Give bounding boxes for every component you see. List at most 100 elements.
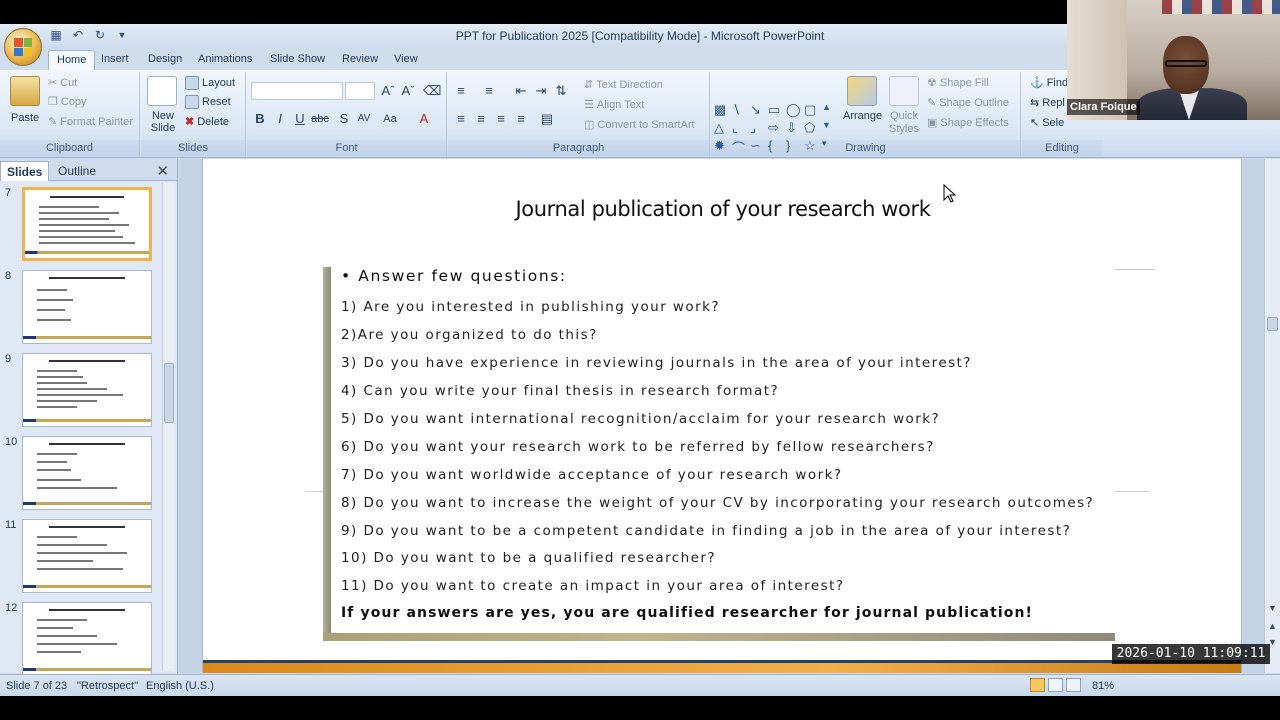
slide-title[interactable]: Journal publication of your research wor… [203,197,1241,221]
increase-indent-icon[interactable]: ⇥ [532,82,550,100]
underline-icon[interactable]: U [291,110,309,128]
layout-button[interactable]: Layout [185,76,235,90]
language-indicator[interactable]: English (U.S.) [146,680,214,692]
freeform-shape-icon[interactable]: ∽ [750,138,766,157]
scroll-down-icon[interactable]: ▼ [1268,603,1277,613]
shapes-dropdown-icon[interactable]: ▾ [822,138,838,157]
star-shape-icon[interactable]: ☆ [804,138,820,157]
quick-styles-icon[interactable] [889,76,919,106]
shape-fill-button[interactable]: ☢ Shape Fill [927,76,989,90]
brace-left-shape-icon[interactable]: { [768,138,784,157]
clear-formatting-icon[interactable]: ⌫ [423,82,441,100]
shapes-gallery[interactable]: ▩ ∖ ↘ ▭ ◯ ▢ ▲ △ ⌞ ⌟ ⇨ ⇩ ⬠ ▼ ✹ ⌒ ∽{} ☆ ▾ [714,102,834,157]
cut-button[interactable]: ✂ Cut [48,76,77,90]
change-case-icon[interactable]: Aa [381,110,399,128]
shadow-icon[interactable]: S [335,110,353,128]
pentagon-shape-icon[interactable]: ⬠ [804,120,820,136]
arrange-button[interactable]: Arrange [843,110,882,122]
oval-shape-icon[interactable]: ◯ [786,102,802,118]
close-icon[interactable]: ✕ [156,162,169,180]
slide-vertical-scrollbar[interactable]: ▼ ▲ ▼ [1264,159,1280,673]
grow-font-icon[interactable]: Aˆ [379,82,397,100]
italic-icon[interactable]: I [271,110,289,128]
paste-icon[interactable] [10,76,40,106]
tab-slides[interactable]: Slides [0,161,50,181]
slide-show-icon[interactable] [1066,678,1081,692]
character-spacing-icon[interactable]: AV [355,110,373,128]
previous-slide-icon[interactable]: ▲ [1268,621,1277,631]
font-size-select[interactable] [345,82,375,100]
tab-review[interactable]: Review [342,50,378,70]
font-name-select[interactable] [251,82,343,100]
tab-insert[interactable]: Insert [101,50,129,70]
arrange-icon[interactable] [847,76,877,106]
slide-thumbnail-11[interactable]: 11 [0,517,160,595]
find-button[interactable]: ⚓ Find [1030,76,1068,90]
more-shapes-icon[interactable]: ▲ [822,102,838,118]
tab-animations[interactable]: Animations [198,50,252,70]
copy-button[interactable]: ❐ Copy [48,95,87,109]
text-direction-button[interactable]: ⇵ Text Direction [584,78,663,92]
customize-toolbar-icon[interactable]: ▼ [114,27,130,43]
font-color-icon[interactable]: A [415,110,433,128]
slides-pane-scrollbar[interactable] [162,183,174,671]
new-slide-icon[interactable] [147,76,177,106]
strikethrough-icon[interactable]: abc [311,110,329,128]
save-icon[interactable]: ▦ [48,27,64,43]
tab-outline[interactable]: Outline [52,161,102,181]
justify-icon[interactable]: ≡ [512,110,530,128]
connector-shape-icon[interactable]: ⌞ [732,120,748,136]
align-left-icon[interactable]: ≡ [452,110,470,128]
bold-icon[interactable]: B [251,110,269,128]
shape-outline-button[interactable]: ✎ Shape Outline [927,96,1009,110]
align-text-button[interactable]: ☰ Align Text [584,98,644,112]
convert-smartart-button[interactable]: ◫ Convert to SmartArt [584,118,695,132]
office-button[interactable] [4,28,42,66]
select-button[interactable]: ↖ Sele [1030,116,1064,130]
rectangle-shape-icon[interactable]: ▭ [768,102,784,118]
tab-slide-show[interactable]: Slide Show [270,50,325,70]
slide-thumbnail-10[interactable]: 10 [0,434,160,512]
brace-right-shape-icon[interactable]: } [786,138,802,157]
down-arrow-shape-icon[interactable]: ⇩ [786,120,802,136]
replace-button[interactable]: ⇆ Repl [1030,96,1065,110]
textbox-shape-icon[interactable]: ▩ [714,102,730,118]
slide-thumbnail-7[interactable]: 7 [0,185,160,263]
paste-button[interactable]: Paste [11,112,39,124]
shrink-font-icon[interactable]: Aˇ [399,82,417,100]
shape-effects-button[interactable]: ▣ Shape Effects [927,116,1009,130]
scrollbar-thumb[interactable] [1267,317,1278,331]
scrollbar-thumb[interactable] [164,363,174,423]
redo-icon[interactable]: ↻ [92,27,108,43]
align-center-icon[interactable]: ≡ [472,110,490,128]
line-spacing-icon[interactable]: ⇅ [552,82,570,100]
slide-thumbnail-9[interactable]: 9 [0,351,160,429]
line-shape-icon[interactable]: ∖ [732,102,748,118]
tab-view[interactable]: View [394,50,418,70]
new-slide-button[interactable]: New Slide [148,110,178,134]
zoom-level[interactable]: 81% [1092,680,1114,692]
slide-sorter-icon[interactable] [1048,678,1063,692]
quick-styles-button[interactable]: Quick Styles [887,110,921,136]
decrease-indent-icon[interactable]: ⇤ [512,82,530,100]
tab-design[interactable]: Design [148,50,182,70]
slide-thumbnail-8[interactable]: 8 [0,268,160,346]
right-arrow-shape-icon[interactable]: ⇨ [768,120,784,136]
undo-icon[interactable]: ↶ [70,27,86,43]
bullets-icon[interactable]: ≡ [452,82,470,100]
format-painter-button[interactable]: ✎ Format Painter [48,115,133,129]
normal-view-icon[interactable] [1030,678,1045,692]
star-burst-shape-icon[interactable]: ✹ [714,138,730,157]
arrow-shape-icon[interactable]: ↘ [750,102,766,118]
align-right-icon[interactable]: ≡ [492,110,510,128]
triangle-shape-icon[interactable]: △ [714,120,730,136]
curve-shape-icon[interactable]: ⌒ [732,138,748,157]
numbering-icon[interactable]: ≡ [480,82,498,100]
elbow-shape-icon[interactable]: ⌟ [750,120,766,136]
slide-canvas[interactable]: Journal publication of your research wor… [202,159,1242,673]
reset-button[interactable]: Reset [185,95,231,109]
delete-button[interactable]: ✖ Delete [185,115,229,129]
tab-home[interactable]: Home [48,50,96,70]
scroll-shapes-icon[interactable]: ▼ [822,120,838,136]
columns-icon[interactable]: ▤ [538,110,556,128]
